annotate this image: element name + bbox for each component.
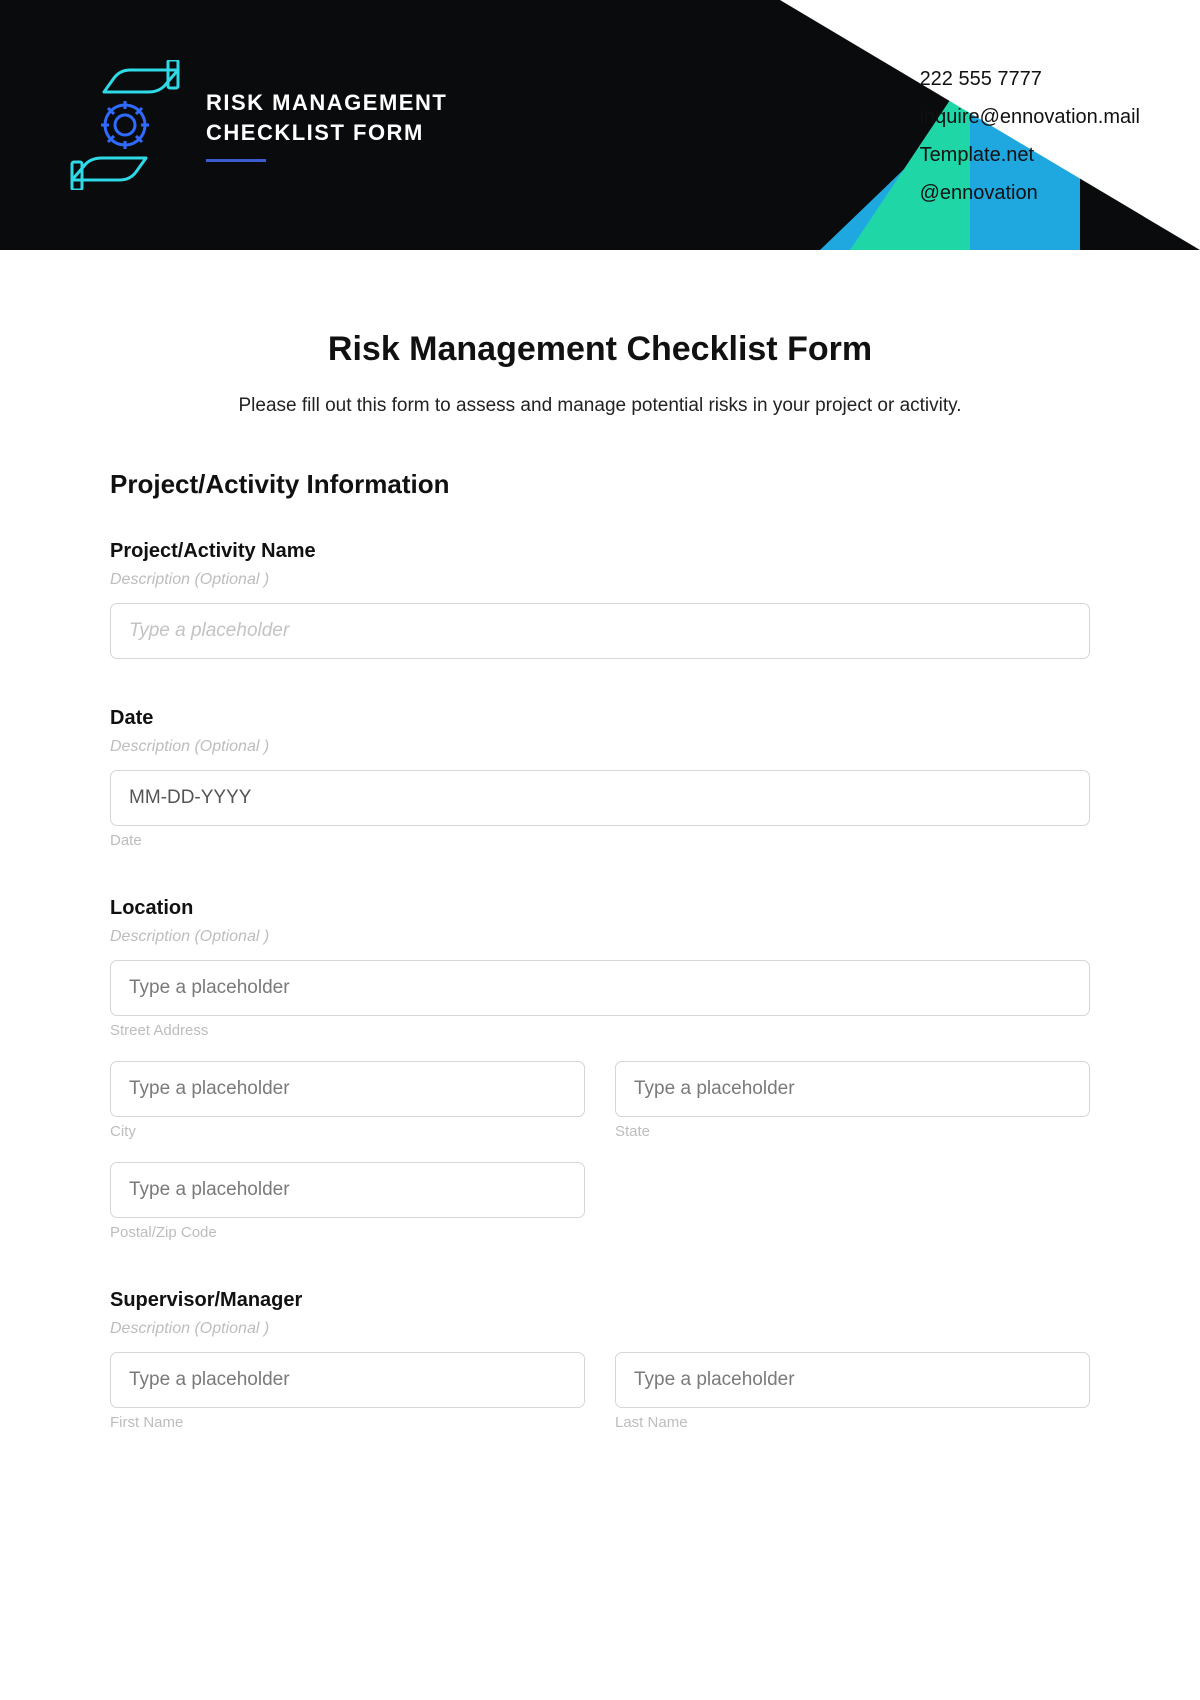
contact-phone: 222 555 7777	[920, 60, 1140, 98]
sublabel-state: State	[615, 1123, 1090, 1140]
desc-supervisor: Description (Optional )	[110, 1320, 1090, 1338]
page-intro: Please fill out this form to assess and …	[110, 395, 1090, 417]
label-date: Date	[110, 707, 1090, 730]
form-body: Risk Management Checklist Form Please fi…	[0, 250, 1200, 1431]
logo-block: RISK MANAGEMENT CHECKLIST FORM	[0, 60, 447, 190]
input-postal[interactable]	[110, 1162, 585, 1218]
banner-title-line2: CHECKLIST FORM	[206, 118, 447, 148]
desc-date: Description (Optional )	[110, 738, 1090, 756]
desc-location: Description (Optional )	[110, 928, 1090, 946]
sublabel-date: Date	[110, 832, 1090, 849]
input-street[interactable]	[110, 960, 1090, 1016]
label-supervisor: Supervisor/Manager	[110, 1289, 1090, 1312]
contact-handle: @ennovation	[920, 174, 1140, 212]
header-banner: RISK MANAGEMENT CHECKLIST FORM 222 555 7…	[0, 0, 1200, 250]
section-project-info: Project/Activity Information	[110, 469, 1090, 500]
label-project-name: Project/Activity Name	[110, 540, 1090, 563]
sublabel-city: City	[110, 1123, 585, 1140]
contact-email: inquire@ennovation.mail	[920, 98, 1140, 136]
desc-project-name: Description (Optional )	[110, 571, 1090, 589]
contact-website: Template.net	[920, 136, 1140, 174]
input-state[interactable]	[615, 1061, 1090, 1117]
label-location: Location	[110, 897, 1090, 920]
contact-block: 222 555 7777 inquire@ennovation.mail Tem…	[920, 60, 1140, 212]
field-date: Date Description (Optional ) Date	[110, 707, 1090, 849]
banner-title-line1: RISK MANAGEMENT	[206, 88, 447, 118]
sublabel-first-name: First Name	[110, 1414, 585, 1431]
input-first-name[interactable]	[110, 1352, 585, 1408]
sublabel-street: Street Address	[110, 1022, 1090, 1039]
banner-underline	[206, 159, 266, 162]
field-location: Location Description (Optional ) Street …	[110, 897, 1090, 1241]
input-date[interactable]	[110, 770, 1090, 826]
sublabel-postal: Postal/Zip Code	[110, 1224, 585, 1241]
field-supervisor: Supervisor/Manager Description (Optional…	[110, 1289, 1090, 1431]
input-project-name[interactable]	[110, 603, 1090, 659]
hands-gear-icon	[70, 60, 180, 190]
page-title: Risk Management Checklist Form	[110, 330, 1090, 369]
banner-title: RISK MANAGEMENT CHECKLIST FORM	[206, 88, 447, 162]
input-last-name[interactable]	[615, 1352, 1090, 1408]
input-city[interactable]	[110, 1061, 585, 1117]
field-project-name: Project/Activity Name Description (Optio…	[110, 540, 1090, 659]
sublabel-last-name: Last Name	[615, 1414, 1090, 1431]
